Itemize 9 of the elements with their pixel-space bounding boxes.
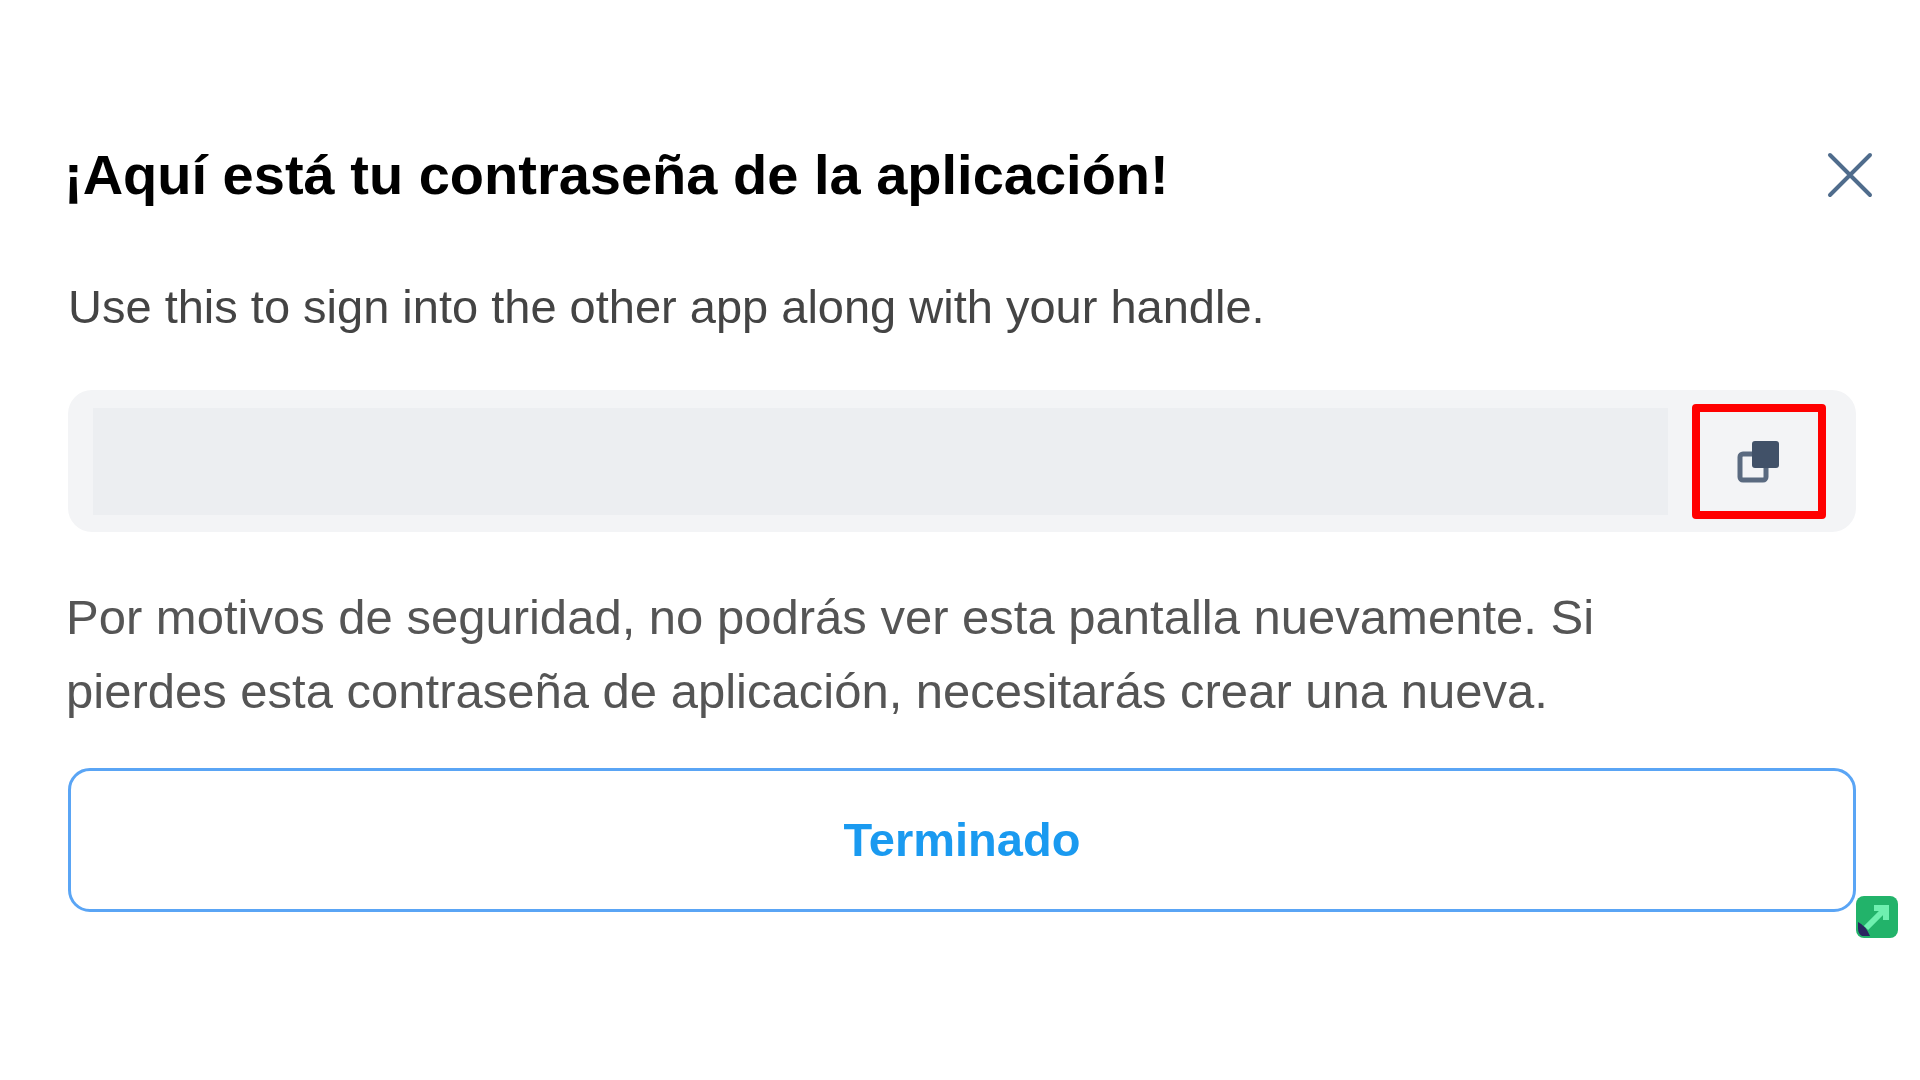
done-button[interactable]: Terminado: [68, 768, 1856, 912]
copy-icon: [1736, 438, 1782, 484]
copy-button[interactable]: [1692, 403, 1826, 519]
security-notice: Por motivos de seguridad, no podrás ver esta pantalla nuevamente. Si pierdes esta contraseña de aplicación, necesitarás crear una nueva.: [66, 589, 1596, 720]
close-icon: [1827, 152, 1873, 198]
dialog-title: ¡Aquí está tu contraseña de la aplicación!: [64, 142, 1169, 208]
subtitle: Use this to sign into the other app along with your handle.: [68, 279, 1265, 335]
password-field[interactable]: [68, 390, 1856, 532]
app-icon: [1856, 896, 1898, 938]
